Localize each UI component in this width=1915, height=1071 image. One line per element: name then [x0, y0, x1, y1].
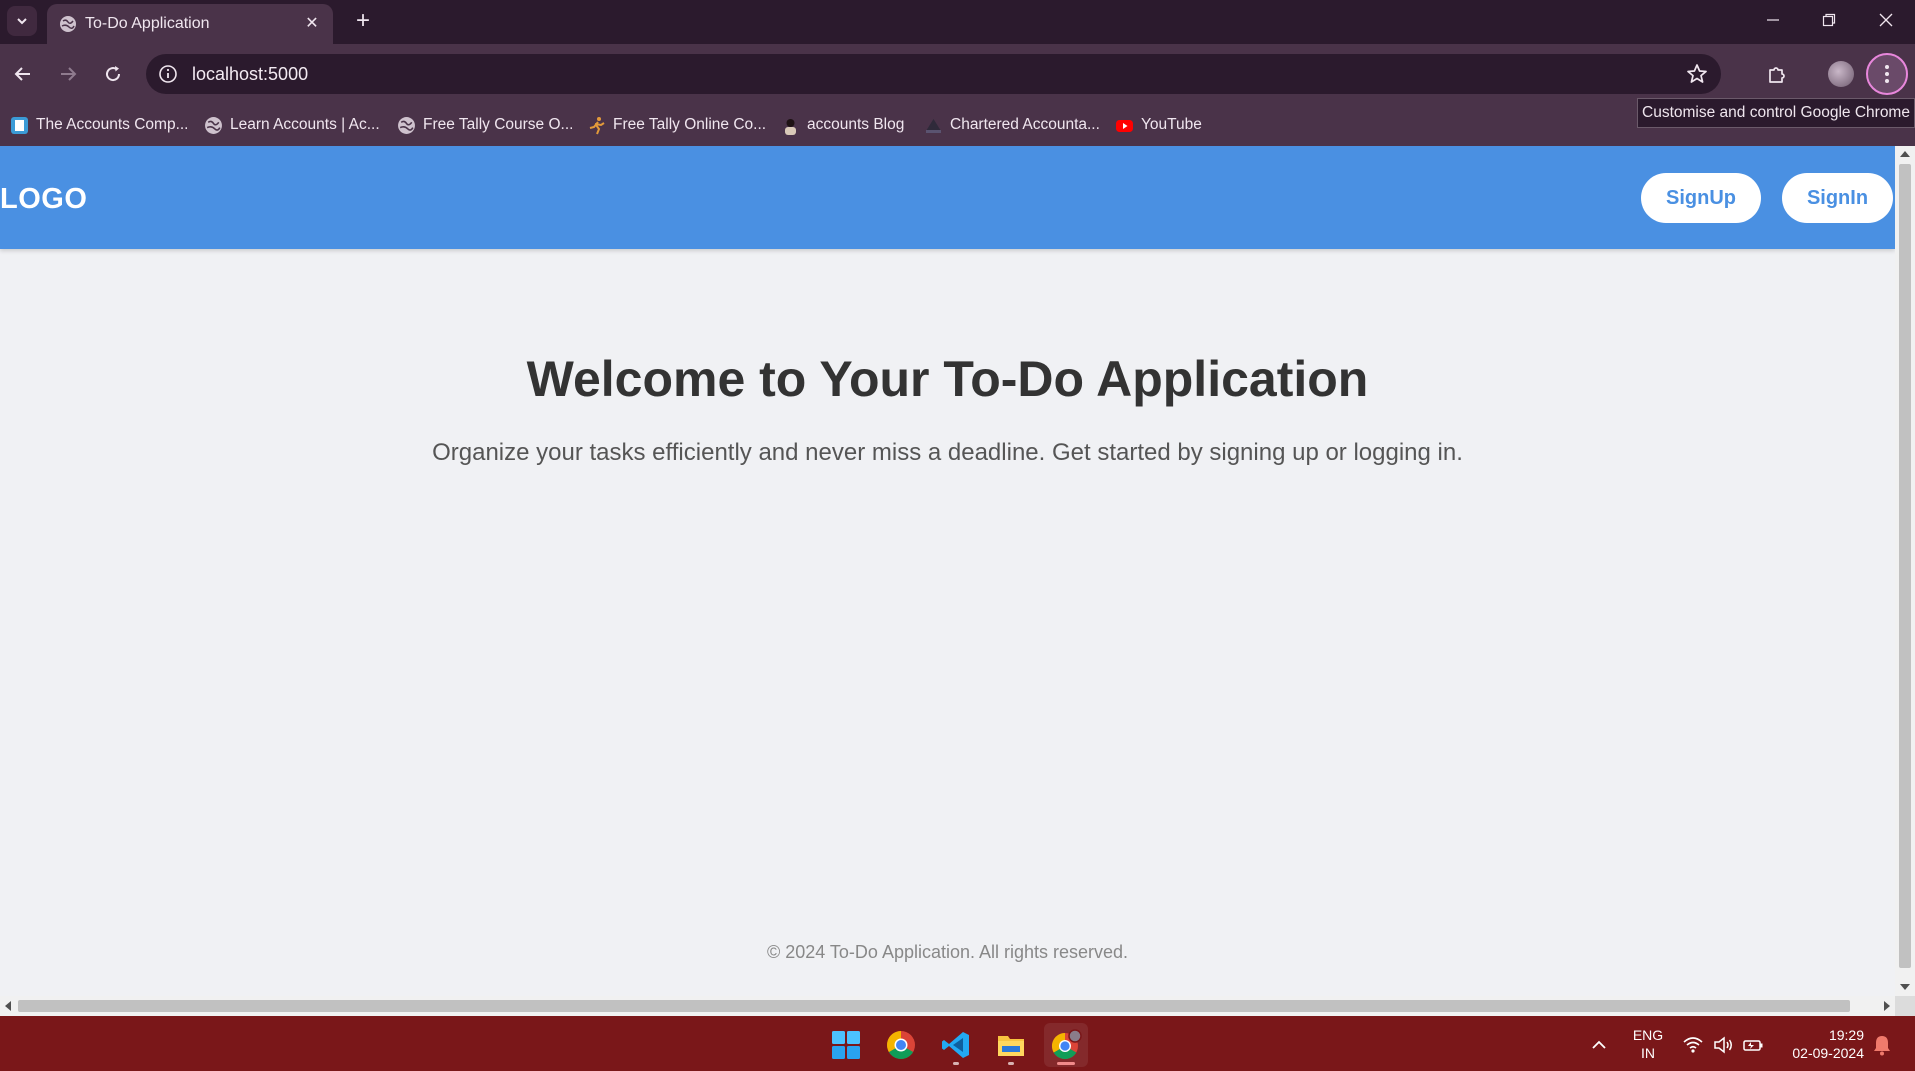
forward-button[interactable] — [51, 57, 85, 91]
bookmark-label: The Accounts Comp... — [36, 116, 189, 133]
tab-close-icon[interactable]: ✕ — [301, 12, 323, 34]
signin-button[interactable]: SignIn — [1782, 173, 1893, 223]
bookmark-label: Learn Accounts | Ac... — [230, 116, 380, 133]
globe-icon — [60, 16, 76, 32]
bookmark-item[interactable]: Free Tally Course O... — [397, 114, 573, 136]
horizontal-scroll-thumb[interactable] — [18, 1000, 1850, 1012]
chrome-icon — [887, 1031, 915, 1059]
new-tab-button[interactable]: + — [348, 6, 378, 36]
tally-runner-icon — [589, 116, 605, 134]
scroll-left-arrow[interactable] — [5, 1001, 11, 1011]
tab-search-button[interactable] — [7, 6, 37, 36]
language-region: IN — [1641, 1045, 1655, 1061]
horizontal-scrollbar[interactable] — [0, 996, 1895, 1016]
menu-tooltip: Customise and control Google Chrome — [1637, 98, 1915, 128]
bookmark-item[interactable]: The Accounts Comp... — [10, 114, 189, 136]
site-navbar: LOGO SignUp SignIn — [0, 146, 1895, 249]
close-window-button[interactable] — [1857, 0, 1915, 40]
arrow-right-icon — [61, 67, 77, 81]
bookmark-label: accounts Blog — [807, 116, 905, 133]
url-text[interactable]: localhost:5000 — [192, 64, 308, 85]
extensions-button[interactable] — [1761, 58, 1793, 90]
running-indicator — [1008, 1062, 1014, 1065]
taskbar-file-explorer[interactable] — [989, 1023, 1033, 1067]
chrome-profile-icon — [1051, 1029, 1082, 1060]
taskbar-chrome-profile[interactable] — [1044, 1023, 1088, 1067]
youtube-icon — [1116, 119, 1133, 132]
minimize-icon — [1767, 19, 1779, 21]
vscode-icon — [942, 1032, 969, 1058]
wifi-icon[interactable] — [1682, 1034, 1704, 1056]
restore-icon — [1822, 13, 1836, 27]
language-code: ENG — [1632, 1027, 1664, 1043]
vertical-scrollbar[interactable] — [1895, 146, 1915, 996]
notification-bell-icon[interactable] — [1872, 1034, 1892, 1056]
bookmark-label: YouTube — [1141, 116, 1202, 133]
close-icon — [1879, 13, 1893, 27]
browser-toolbar: localhost:5000 — [0, 44, 1915, 104]
bookmark-star-icon[interactable] — [1685, 62, 1709, 86]
clock-time: 19:29 — [1828, 1027, 1864, 1043]
chrome-menu-button[interactable] — [1866, 53, 1908, 95]
file-explorer-icon — [998, 1036, 1024, 1056]
site-info-icon[interactable] — [158, 64, 178, 84]
system-clock[interactable]: 19:29 02-09-2024 — [1772, 1026, 1864, 1062]
browser-tab-strip: To-Do Application ✕ + — [0, 0, 1915, 44]
signup-button[interactable]: SignUp — [1641, 173, 1761, 223]
scroll-up-arrow[interactable] — [1900, 151, 1910, 157]
scroll-right-arrow[interactable] — [1884, 1001, 1890, 1011]
active-indicator — [1057, 1062, 1075, 1065]
hero-title: Welcome to Your To-Do Application — [526, 351, 1369, 407]
clock-date: 02-09-2024 — [1792, 1045, 1864, 1061]
volume-icon[interactable] — [1712, 1034, 1734, 1056]
address-bar[interactable]: localhost:5000 — [146, 54, 1721, 94]
bookmark-label: Free Tally Online Co... — [613, 116, 767, 133]
browser-tab-active[interactable]: To-Do Application ✕ — [47, 4, 333, 44]
running-indicator — [953, 1062, 959, 1065]
bookmark-item[interactable]: Chartered Accounta... — [924, 114, 1100, 136]
start-button[interactable] — [824, 1023, 868, 1067]
scroll-down-arrow[interactable] — [1900, 984, 1910, 990]
restore-button[interactable] — [1800, 0, 1858, 40]
minimize-button[interactable] — [1744, 0, 1802, 40]
scrollbar-corner — [1895, 996, 1915, 1016]
arrow-left-icon — [14, 67, 30, 81]
globe-icon — [205, 116, 222, 134]
bookmark-item[interactable]: Free Tally Online Co... — [587, 114, 766, 136]
battery-icon[interactable] — [1742, 1034, 1764, 1056]
bookmarks-bar: The Accounts Comp... Learn Accounts | Ac… — [0, 104, 1915, 146]
bookmark-label: Chartered Accounta... — [950, 116, 1100, 133]
reload-button[interactable] — [96, 57, 130, 91]
chevron-down-icon — [17, 18, 27, 25]
taskbar-chrome[interactable] — [879, 1023, 923, 1067]
page-viewport: LOGO SignUp SignIn Welcome to Your To-Do… — [0, 146, 1915, 1016]
windows-start-icon — [832, 1031, 860, 1059]
bookmark-item[interactable]: accounts Blog — [781, 114, 904, 136]
bookmark-label: Free Tally Course O... — [423, 116, 574, 133]
back-button[interactable] — [6, 57, 40, 91]
site-logo[interactable]: LOGO — [0, 183, 87, 216]
blog-avatar-icon — [785, 118, 796, 135]
tab-title: To-Do Application — [85, 15, 210, 32]
accounts-site-icon — [11, 116, 28, 134]
puzzle-icon — [1769, 67, 1785, 83]
kebab-menu-icon — [1885, 65, 1889, 83]
reload-icon — [106, 66, 121, 82]
taskbar-vscode[interactable] — [934, 1023, 978, 1067]
ca-site-icon — [926, 118, 941, 133]
bookmark-item[interactable]: Learn Accounts | Ac... — [204, 114, 380, 136]
profile-avatar[interactable] — [1828, 61, 1854, 87]
language-indicator[interactable]: ENG IN — [1628, 1026, 1668, 1062]
hero-subtitle: Organize your tasks efficiently and neve… — [432, 439, 1463, 466]
globe-icon — [398, 116, 415, 134]
page-footer: © 2024 To-Do Application. All rights res… — [766, 942, 1129, 962]
windows-taskbar: ENG IN 19:29 02-09-2024 — [0, 1016, 1915, 1071]
vertical-scroll-thumb[interactable] — [1899, 164, 1911, 968]
bookmark-item[interactable]: YouTube — [1115, 114, 1202, 136]
chevron-up-icon[interactable] — [1588, 1034, 1610, 1056]
